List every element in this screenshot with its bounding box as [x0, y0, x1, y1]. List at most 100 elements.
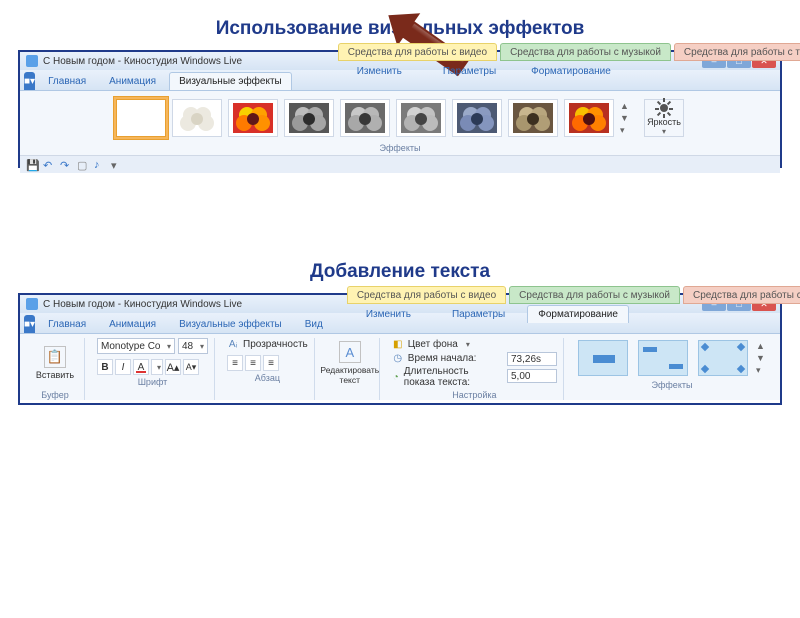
align-right-button[interactable]: ≡ [263, 355, 279, 371]
brightness-icon [656, 100, 672, 115]
tab-visual-effects[interactable]: Визуальные эффекты [169, 72, 292, 90]
text-effect-3[interactable] [698, 340, 748, 376]
bg-color-row[interactable]: ◧ Цвет фона ▾ [392, 338, 493, 350]
effect-none[interactable] [116, 99, 166, 137]
group-label-settings: Настройка [452, 390, 496, 400]
heading-add-text: Добавление текста [0, 261, 800, 283]
gallery-scroll-down[interactable]: ▼ [620, 113, 632, 123]
effect-gray-1[interactable] [284, 99, 334, 137]
ribbon-tabs-2: ■▾ Главная Анимация Визуальные эффекты В… [20, 313, 780, 333]
panel-text: С Новым годом - Киностудия Windows Live … [18, 293, 782, 405]
save-icon[interactable]: 💾 [26, 159, 38, 171]
brightness-button[interactable]: Яркость ▾ [644, 99, 684, 137]
subtab-format[interactable]: Форматирование [527, 305, 629, 323]
effect-frost[interactable] [172, 99, 222, 137]
effect-blue[interactable] [452, 99, 502, 137]
paste-label: Вставить [36, 370, 74, 380]
subtab-params[interactable]: Параметры [433, 305, 524, 323]
group-label-empty1 [349, 390, 352, 400]
contextual-music[interactable]: Средства для работы с музыкой [500, 43, 671, 61]
transparency-icon: Aᵢ [227, 338, 239, 350]
tab-visual-effects[interactable]: Визуальные эффекты [169, 315, 292, 333]
font-name-value: Monotype Co [101, 341, 160, 352]
effect-sepia[interactable] [508, 99, 558, 137]
effect-warm[interactable] [564, 99, 614, 137]
edit-text-button[interactable]: A Редактировать текст [327, 338, 373, 388]
group-label-font: Шрифт [138, 377, 168, 387]
duration-value: 5,00 [511, 371, 530, 382]
italic-button[interactable]: I [115, 359, 131, 375]
group-label-paragraph: Абзац [255, 373, 280, 383]
panel-visual-effects: С Новым годом - Киностудия Windows Live … [18, 50, 782, 168]
contextual-text[interactable]: Средства для работы с текстом [674, 43, 800, 61]
duration-input[interactable]: 5,00 [507, 369, 557, 383]
text-gallery-up[interactable]: ▲ [756, 341, 768, 351]
font-size-combo[interactable]: 48▾ [178, 338, 208, 354]
subtab-params[interactable]: Параметры [424, 62, 515, 80]
duration-icon: ◔ [392, 371, 400, 383]
window-visual-effects: С Новым годом - Киностудия Windows Live … [20, 52, 780, 173]
font-color-button[interactable]: A [133, 359, 149, 375]
undo-icon[interactable]: ↶ [43, 159, 55, 171]
effect-original[interactable] [228, 99, 278, 137]
app-icon [26, 298, 38, 310]
tab-animation[interactable]: Анимация [99, 72, 166, 90]
group-label-buffer: Буфер [41, 390, 69, 400]
window-title: С Новым годом - Киностудия Windows Live [43, 56, 242, 67]
expand-icon[interactable]: ▾ [111, 159, 123, 171]
subtab-edit[interactable]: Изменить [338, 62, 421, 80]
increase-font-button[interactable]: A▴ [165, 359, 181, 375]
app-icon [26, 55, 38, 67]
group-label-effects: Эффекты [380, 143, 421, 153]
contextual-text[interactable]: Средства для работы с текстом [683, 286, 800, 304]
start-time-value: 73,26s [511, 354, 541, 365]
text-gallery-expand[interactable]: ▾ [756, 365, 768, 376]
edit-text-label: Редактировать текст [320, 365, 379, 385]
contextual-video[interactable]: Средства для работы с видео [338, 43, 497, 61]
subtab-format[interactable]: Форматирование [518, 62, 624, 80]
quick-access-toolbar: 💾 ↶ ↷ ▢ ♪ ▾ [20, 155, 780, 173]
contextual-video[interactable]: Средства для работы с видео [347, 286, 506, 304]
app-menu-button[interactable]: ■▾ [24, 72, 35, 90]
transparency-label[interactable]: Прозрачность [243, 339, 308, 350]
subtab-edit[interactable]: Изменить [347, 305, 430, 323]
window-text: С Новым годом - Киностудия Windows Live … [20, 295, 780, 400]
ribbon-tabs: ■▾ Главная Анимация Визуальные эффекты С… [20, 70, 780, 90]
tab-home[interactable]: Главная [38, 72, 96, 90]
effect-gray-2[interactable] [340, 99, 390, 137]
bold-button[interactable]: B [97, 359, 113, 375]
gallery-expand[interactable]: ▾ [620, 125, 632, 136]
app-menu-button[interactable]: ■▾ [24, 315, 35, 333]
text-effect-1[interactable] [578, 340, 628, 376]
clipboard-icon: 📋 [44, 346, 66, 368]
tab-animation[interactable]: Анимация [99, 315, 166, 333]
brightness-label: Яркость [647, 117, 681, 127]
align-left-button[interactable]: ≡ [227, 355, 243, 371]
clock-icon: ◷ [392, 352, 404, 364]
duration-label: Длительность показа текста: [404, 366, 493, 388]
decrease-font-button[interactable]: A▾ [183, 359, 199, 375]
start-time-input[interactable]: 73,26s [507, 352, 557, 366]
paint-icon: ◧ [392, 338, 404, 350]
redo-icon[interactable]: ↷ [60, 159, 72, 171]
paste-button[interactable]: 📋 Вставить [32, 338, 78, 388]
effect-gray-3[interactable] [396, 99, 446, 137]
window-title-2: С Новым годом - Киностудия Windows Live [43, 299, 242, 310]
note-icon[interactable]: ♪ [94, 159, 106, 171]
start-time-label: Время начала: [408, 353, 477, 364]
tab-home[interactable]: Главная [38, 315, 96, 333]
ribbon-content: ▲ ▼ ▾ Яркость ▾ [20, 90, 780, 155]
group-label-text-effects: Эффекты [652, 380, 693, 390]
bg-color-label: Цвет фона [408, 339, 458, 350]
font-color-expand[interactable]: ▾ [151, 359, 163, 375]
doc-icon[interactable]: ▢ [77, 159, 89, 171]
text-gallery-down[interactable]: ▼ [756, 353, 768, 363]
tab-view[interactable]: Вид [295, 315, 333, 333]
text-effect-2[interactable] [638, 340, 688, 376]
font-size-value: 48 [182, 341, 193, 352]
contextual-music[interactable]: Средства для работы с музыкой [509, 286, 680, 304]
edit-text-icon: A [339, 341, 361, 363]
gallery-scroll-up[interactable]: ▲ [620, 101, 632, 111]
align-center-button[interactable]: ≡ [245, 355, 261, 371]
font-name-combo[interactable]: Monotype Co▾ [97, 338, 175, 354]
